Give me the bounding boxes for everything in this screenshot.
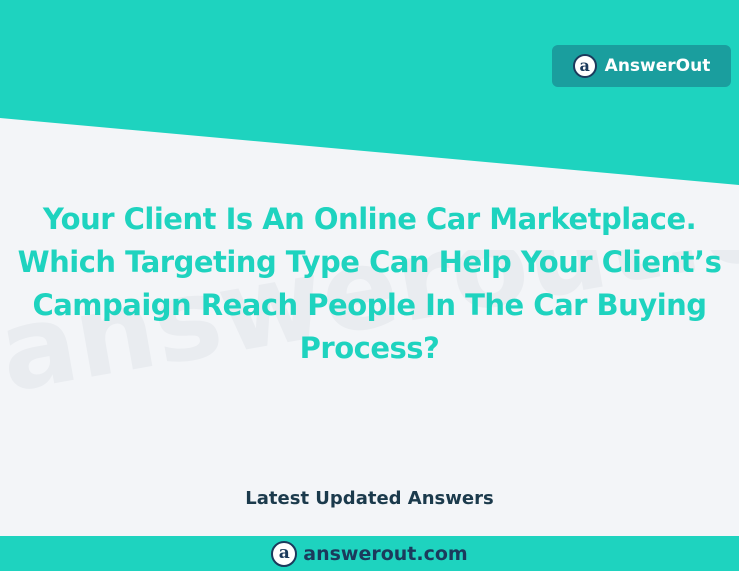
- latest-answers-label: Latest Updated Answers: [245, 488, 494, 509]
- brand-badge[interactable]: a AnswerOut: [552, 45, 731, 87]
- footer-domain-link[interactable]: answerout.com: [303, 543, 467, 565]
- answerout-logo-icon: a: [271, 540, 298, 567]
- brand-name: AnswerOut: [604, 56, 711, 76]
- footer-bar: a answerout.com: [0, 536, 739, 571]
- answerout-logo-icon: a: [572, 54, 597, 78]
- question-title: Your Client Is An Online Car Marketplace…: [17, 202, 722, 365]
